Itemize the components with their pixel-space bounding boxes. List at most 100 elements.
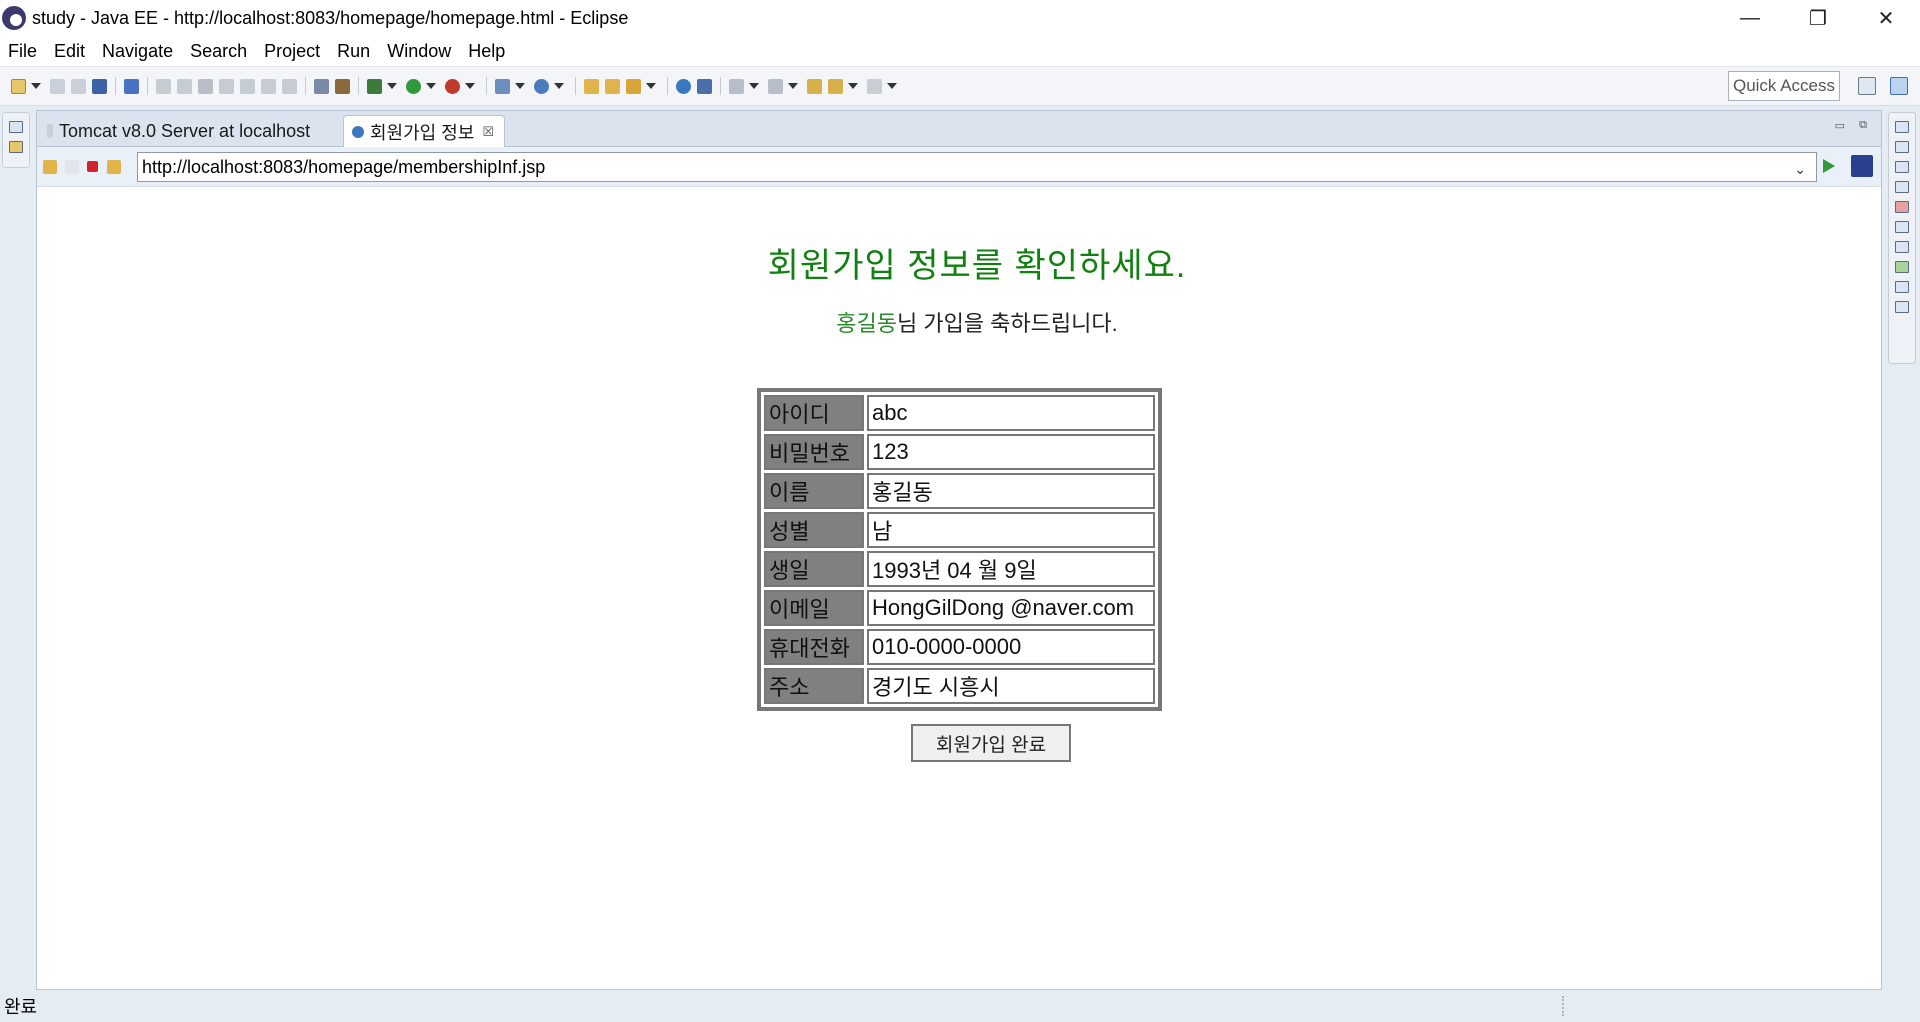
quick-access-field[interactable]: Quick Access bbox=[1728, 71, 1840, 101]
use-step-filters-icon[interactable] bbox=[314, 78, 329, 94]
debug-icon[interactable] bbox=[367, 78, 382, 94]
coverage-icon[interactable] bbox=[445, 78, 460, 94]
task-list-icon[interactable] bbox=[1895, 161, 1909, 173]
outline-icon[interactable] bbox=[1895, 141, 1909, 153]
chevron-down-icon[interactable] bbox=[387, 83, 397, 89]
resume-icon[interactable] bbox=[156, 78, 171, 94]
new-java-class-icon[interactable] bbox=[534, 78, 549, 94]
menu-navigate[interactable]: Navigate bbox=[94, 41, 182, 62]
previous-annotation-icon[interactable] bbox=[768, 78, 783, 94]
restore-view-icon[interactable] bbox=[9, 121, 23, 133]
run-icon[interactable] bbox=[406, 78, 421, 94]
url-input[interactable]: http://localhost:8083/homepage/membershi… bbox=[137, 152, 1817, 182]
step-over-icon[interactable] bbox=[261, 78, 276, 94]
step-return-icon[interactable] bbox=[282, 78, 297, 94]
save-icon[interactable] bbox=[50, 78, 65, 94]
chevron-down-icon[interactable] bbox=[646, 83, 656, 89]
forward-icon[interactable] bbox=[867, 78, 882, 94]
table-row: 이름 홍길동 bbox=[764, 473, 1155, 509]
menu-help[interactable]: Help bbox=[460, 41, 514, 62]
menu-file[interactable]: File bbox=[0, 41, 46, 62]
close-icon[interactable]: ☒ bbox=[482, 124, 494, 140]
go-icon[interactable] bbox=[1823, 159, 1835, 173]
menu-edit[interactable]: Edit bbox=[46, 41, 94, 62]
tab-tomcat-server[interactable]: Tomcat v8.0 Server at localhost bbox=[39, 115, 320, 147]
table-row: 이메일 HongGilDong @naver.com bbox=[764, 590, 1155, 626]
menu-project[interactable]: Project bbox=[256, 41, 329, 62]
last-edit-location-icon[interactable] bbox=[807, 78, 822, 94]
close-icon[interactable]: ✕ bbox=[1852, 0, 1920, 36]
back-icon[interactable] bbox=[828, 78, 843, 94]
field-label: 휴대전화 bbox=[764, 629, 864, 665]
markers-icon[interactable] bbox=[1895, 201, 1909, 213]
toolbar-separator bbox=[720, 77, 721, 95]
left-trim-stack bbox=[2, 112, 30, 168]
chevron-down-icon[interactable] bbox=[426, 83, 436, 89]
terminate-icon[interactable] bbox=[198, 78, 213, 94]
step-into-icon[interactable] bbox=[240, 78, 255, 94]
save-all-icon[interactable] bbox=[71, 78, 86, 94]
restore-icon[interactable]: ❐ bbox=[1784, 0, 1852, 36]
minimize-view-icon[interactable]: ▭ bbox=[1835, 119, 1845, 132]
project-explorer-icon[interactable] bbox=[9, 141, 23, 153]
status-text: 완료 bbox=[4, 997, 38, 1017]
workbench: Tomcat v8.0 Server at localhost 회원가입 정보 … bbox=[0, 106, 1920, 990]
table-row: 주소 경기도 시흥시 bbox=[764, 668, 1155, 704]
tab-label: 회원가입 정보 bbox=[370, 122, 475, 143]
restore-view-icon[interactable] bbox=[1895, 121, 1909, 133]
field-label: 생일 bbox=[764, 551, 864, 587]
field-label: 아이디 bbox=[764, 395, 864, 431]
chevron-down-icon[interactable] bbox=[515, 83, 525, 89]
task-icon[interactable] bbox=[697, 78, 712, 94]
chevron-down-icon[interactable] bbox=[848, 83, 858, 89]
next-annotation-icon[interactable] bbox=[729, 78, 744, 94]
open-type-icon[interactable] bbox=[584, 78, 599, 94]
window-controls: — ❐ ✕ bbox=[1716, 0, 1920, 36]
page-title: 회원가입 정보를 확인하세요. bbox=[767, 247, 1187, 285]
field-label: 주소 bbox=[764, 668, 864, 704]
skip-breakpoints-icon[interactable] bbox=[124, 78, 139, 94]
print-icon[interactable] bbox=[92, 78, 107, 94]
signup-complete-button[interactable]: 회원가입 완료 bbox=[911, 724, 1071, 762]
table-row: 비밀번호 123 bbox=[764, 434, 1155, 470]
back-icon[interactable] bbox=[43, 160, 57, 174]
toolbar-separator bbox=[667, 77, 668, 95]
field-label: 비밀번호 bbox=[764, 434, 864, 470]
external-tools-icon[interactable] bbox=[335, 78, 350, 94]
menu-search[interactable]: Search bbox=[182, 41, 256, 62]
eclipse-icon bbox=[2, 6, 26, 30]
web-browser-icon[interactable] bbox=[676, 78, 691, 94]
menu-window[interactable]: Window bbox=[379, 41, 460, 62]
restore-view-icon[interactable] bbox=[1895, 181, 1909, 193]
chevron-down-icon[interactable] bbox=[749, 83, 759, 89]
new-server-icon[interactable] bbox=[495, 78, 510, 94]
chevron-down-icon[interactable] bbox=[465, 83, 475, 89]
open-perspective-icon[interactable] bbox=[1858, 77, 1876, 95]
chevron-down-icon[interactable]: ⌄ bbox=[1794, 161, 1806, 178]
menu-run[interactable]: Run bbox=[329, 41, 379, 62]
chevron-down-icon[interactable] bbox=[31, 83, 41, 89]
open-resource-icon[interactable] bbox=[605, 78, 620, 94]
field-value: HongGilDong @naver.com bbox=[867, 590, 1155, 626]
chevron-down-icon[interactable] bbox=[788, 83, 798, 89]
field-value: 1993년 04 월 9일 bbox=[867, 551, 1155, 587]
tab-membership-info[interactable]: 회원가입 정보 ☒ bbox=[343, 115, 506, 147]
browser-toolbar: http://localhost:8083/homepage/membershi… bbox=[37, 147, 1881, 187]
stop-icon[interactable] bbox=[87, 161, 98, 172]
properties-icon[interactable] bbox=[1895, 221, 1909, 233]
minimize-icon[interactable]: — bbox=[1716, 0, 1784, 36]
java-ee-perspective-icon[interactable] bbox=[1890, 77, 1908, 95]
url-text: http://localhost:8083/homepage/membershi… bbox=[142, 156, 546, 177]
forward-icon[interactable] bbox=[65, 160, 79, 174]
disconnect-icon[interactable] bbox=[219, 78, 234, 94]
table-row: 생일 1993년 04 월 9일 bbox=[764, 551, 1155, 587]
maximize-view-icon[interactable]: ⧉ bbox=[1859, 119, 1867, 132]
search-icon[interactable] bbox=[626, 78, 641, 94]
refresh-icon[interactable] bbox=[107, 160, 121, 174]
new-file-icon[interactable] bbox=[11, 78, 26, 94]
field-label: 이메일 bbox=[764, 590, 864, 626]
browser-selector-icon[interactable] bbox=[1851, 155, 1873, 177]
chevron-down-icon[interactable] bbox=[887, 83, 897, 89]
chevron-down-icon[interactable] bbox=[554, 83, 564, 89]
suspend-icon[interactable] bbox=[177, 78, 192, 94]
